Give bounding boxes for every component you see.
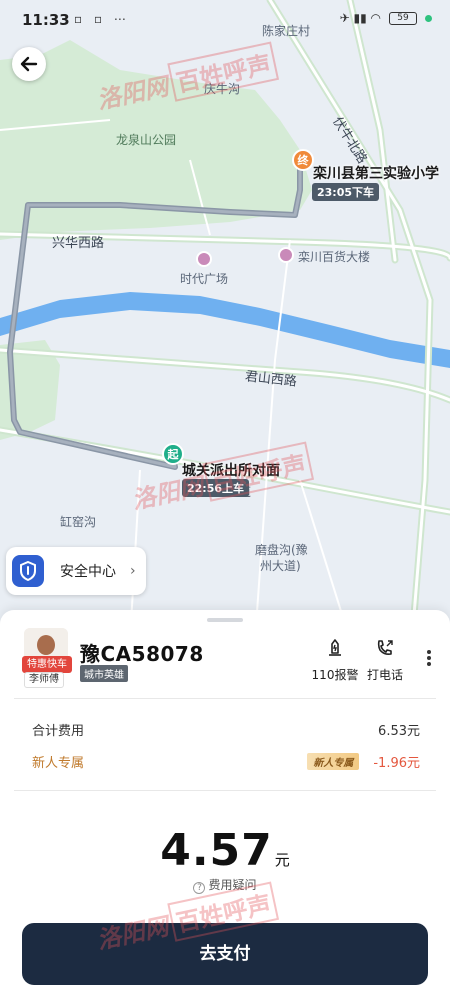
total-fee-value: 6.53元 [378,724,420,739]
fee-question-link[interactable]: ? 费用疑问 [0,876,450,894]
alarm-icon [329,639,341,656]
status-right: ✈ ▮▮ ◠ 59 [340,11,432,25]
divider [14,790,436,791]
promo-value: -1.96元 [373,756,420,771]
status-time: 11:33 [22,11,70,29]
destination-name: 栾川县第三实验小学 [313,166,439,182]
status-bar: 11:33 ▫ ▫ ⋯ ✈ ▮▮ ◠ 59 [0,0,450,36]
car-model: 城市英雄 [80,665,128,682]
sheet-grabber[interactable] [207,618,243,622]
arrow-left-icon [20,56,38,72]
notification-icons: ▫ ▫ ⋯ [74,12,130,26]
more-dots-icon [427,650,431,654]
more-options-button[interactable] [420,648,438,670]
safety-center-label: 安全中心 [60,564,116,580]
map-label-longquanshan-park: 龙泉山公园 [116,133,177,147]
signal-icon: ✈ ▮▮ ◠ [339,11,381,25]
road-label-xinghua-west: 兴华西路 [52,236,105,251]
map-label-luanchuan-dept: 栾川百货大楼 [298,250,371,264]
trip-map[interactable]: 陈家庄村 庆牛沟 龙泉山公园 时代广场 栾川百货大楼 缸窑沟 磨盘沟(豫 州大道… [0,0,450,640]
destination-time: 23:05下车 [312,183,380,201]
payable-amount-value: 4.57 [160,825,273,876]
promo-badge: 新人专属 [307,753,360,770]
payable-amount-unit: 元 [274,851,290,869]
total-fee-row: 合计费用 6.53元 [32,720,420,739]
promo-row: 新人专属 新人专属 -1.96元 [32,752,420,771]
map-label-mopangou-2: 州大道) [260,559,301,573]
pay-button[interactable]: 去支付 [22,923,428,985]
fee-question-label: 费用疑问 [208,878,257,892]
battery-icon: 59 [389,11,417,25]
destination-pin-icon[interactable]: 终 [292,149,314,171]
back-button[interactable] [12,47,46,81]
license-plate: 豫CA58078 [80,642,204,666]
phone-icon [377,640,393,655]
safety-center-button[interactable]: 安全中心 › [6,547,146,595]
origin-name: 城关派出所对面 [182,463,280,479]
map-label-qinggou: 庆牛沟 [204,82,241,96]
question-icon: ? [193,882,206,894]
map-label-times-square: 时代广场 [180,272,229,286]
trip-summary-sheet: 特惠快车 李师傅 豫CA58078 城市英雄 110报警 打电话 合计费用 6.… [0,610,450,1000]
call-driver-label: 打电话 [366,668,403,682]
call-driver-button[interactable]: 打电话 [360,638,410,683]
department-store-poi-icon [278,247,294,263]
ride-type-badge: 特惠快车 [22,656,72,673]
map-label-mopangou: 磨盘沟(豫 [255,543,308,557]
map-label-hongyaogou: 缸窑沟 [60,515,97,529]
chevron-right-icon: › [130,563,136,579]
origin-time: 22:56上车 [182,479,250,497]
alarm-110-button[interactable]: 110报警 [310,638,360,683]
alarm-110-label: 110报警 [311,668,359,682]
promo-label: 新人专属 [32,756,85,771]
times-square-poi-icon [196,251,212,267]
driver-name: 李师傅 [24,672,64,688]
camera-dot-icon [425,14,432,22]
payable-amount: 4.57 元 [0,825,450,876]
total-fee-label: 合计费用 [32,724,85,739]
shield-icon [12,555,44,587]
origin-pin-icon[interactable]: 起 [162,443,184,465]
divider [14,698,436,699]
